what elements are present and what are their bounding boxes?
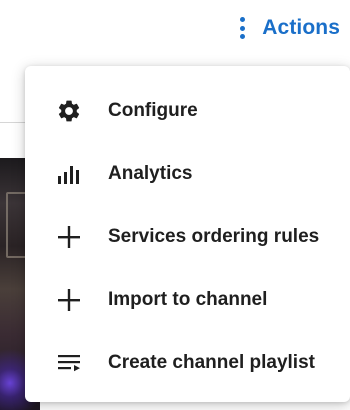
kebab-vertical-icon: [240, 17, 246, 39]
actions-button-label: Actions: [262, 16, 340, 39]
menu-item-configure[interactable]: Configure: [25, 79, 350, 142]
menu-item-label: Configure: [108, 99, 198, 121]
menu-item-label: Services ordering rules: [108, 225, 320, 247]
menu-item-label: Create channel playlist: [108, 351, 315, 373]
plus-icon: [55, 223, 83, 251]
menu-item-create-channel-playlist[interactable]: Create channel playlist: [25, 331, 350, 394]
actions-button[interactable]: Actions: [238, 10, 342, 46]
menu-item-analytics[interactable]: Analytics: [25, 142, 350, 205]
menu-item-label: Analytics: [108, 162, 193, 184]
playlist-add-icon: [55, 349, 83, 377]
plus-icon: [55, 286, 83, 314]
bar-chart-icon: [55, 160, 83, 188]
actions-menu: Configure Analytics Services ordering ru…: [25, 66, 350, 402]
menu-item-import-to-channel[interactable]: Import to channel: [25, 268, 350, 331]
top-bar: Actions: [0, 0, 350, 60]
menu-item-services-ordering-rules[interactable]: Services ordering rules: [25, 205, 350, 268]
gear-icon: [55, 97, 83, 125]
menu-item-label: Import to channel: [108, 288, 268, 310]
